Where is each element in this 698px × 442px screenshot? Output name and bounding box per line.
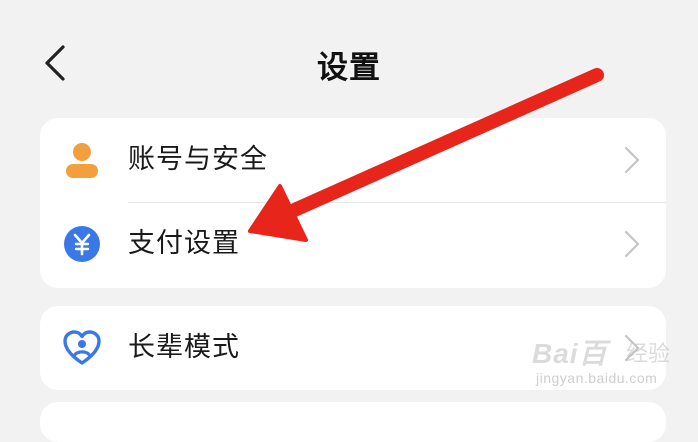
heart-person-icon <box>62 328 102 368</box>
page-title: 设置 <box>317 50 381 86</box>
settings-item-account-security[interactable]: 账号与安全 <box>40 118 666 202</box>
chevron-right-icon <box>624 230 640 258</box>
settings-item-payment[interactable]: 支付设置 <box>40 202 666 286</box>
settings-item-label: 账号与安全 <box>128 144 268 175</box>
settings-item-label: 长辈模式 <box>128 332 240 363</box>
settings-group-next <box>40 402 666 442</box>
account-person-icon <box>62 140 102 180</box>
yuan-payment-icon <box>62 224 102 264</box>
settings-group-elder: 长辈模式 <box>40 306 666 390</box>
settings-item-elder-mode[interactable]: 长辈模式 <box>40 306 666 390</box>
chevron-right-icon <box>624 334 640 362</box>
chevron-right-icon <box>624 146 640 174</box>
settings-item-label: 支付设置 <box>128 228 240 259</box>
nav-header: 设置 <box>0 0 698 118</box>
settings-group-account: 账号与安全 支付设置 <box>40 118 666 288</box>
